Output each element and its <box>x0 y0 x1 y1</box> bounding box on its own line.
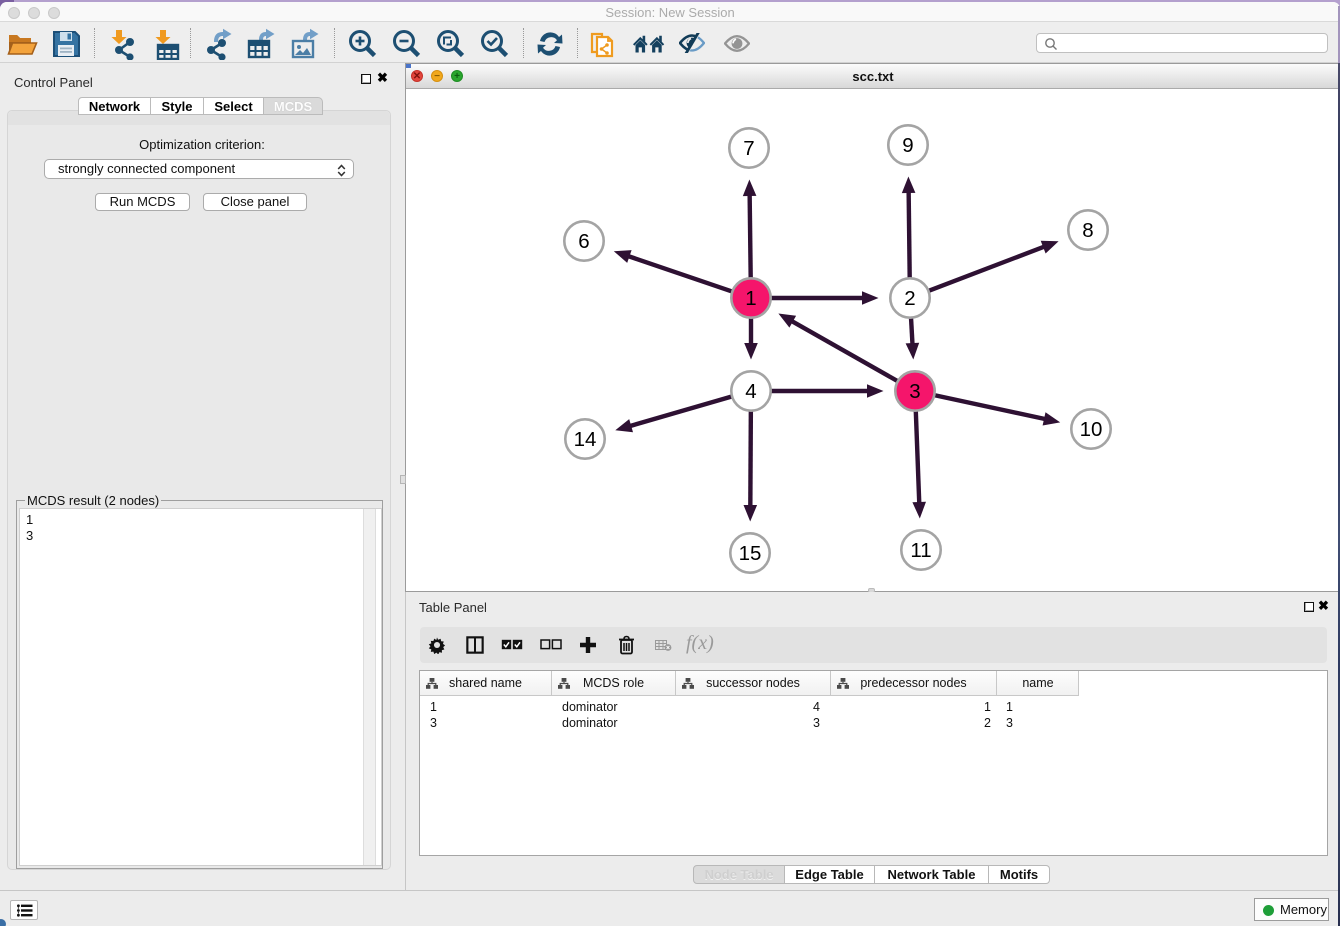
svg-text:14: 14 <box>574 428 597 451</box>
svg-text:15: 15 <box>739 542 762 565</box>
svg-text:8: 8 <box>1082 219 1093 242</box>
svg-text:4: 4 <box>745 380 756 403</box>
svg-text:2: 2 <box>904 287 915 310</box>
svg-text:9: 9 <box>902 134 913 157</box>
svg-text:11: 11 <box>910 539 931 562</box>
svg-text:6: 6 <box>578 230 589 253</box>
svg-text:3: 3 <box>909 380 920 403</box>
svg-text:7: 7 <box>743 137 754 160</box>
svg-text:1: 1 <box>745 287 756 310</box>
svg-text:10: 10 <box>1080 418 1103 441</box>
